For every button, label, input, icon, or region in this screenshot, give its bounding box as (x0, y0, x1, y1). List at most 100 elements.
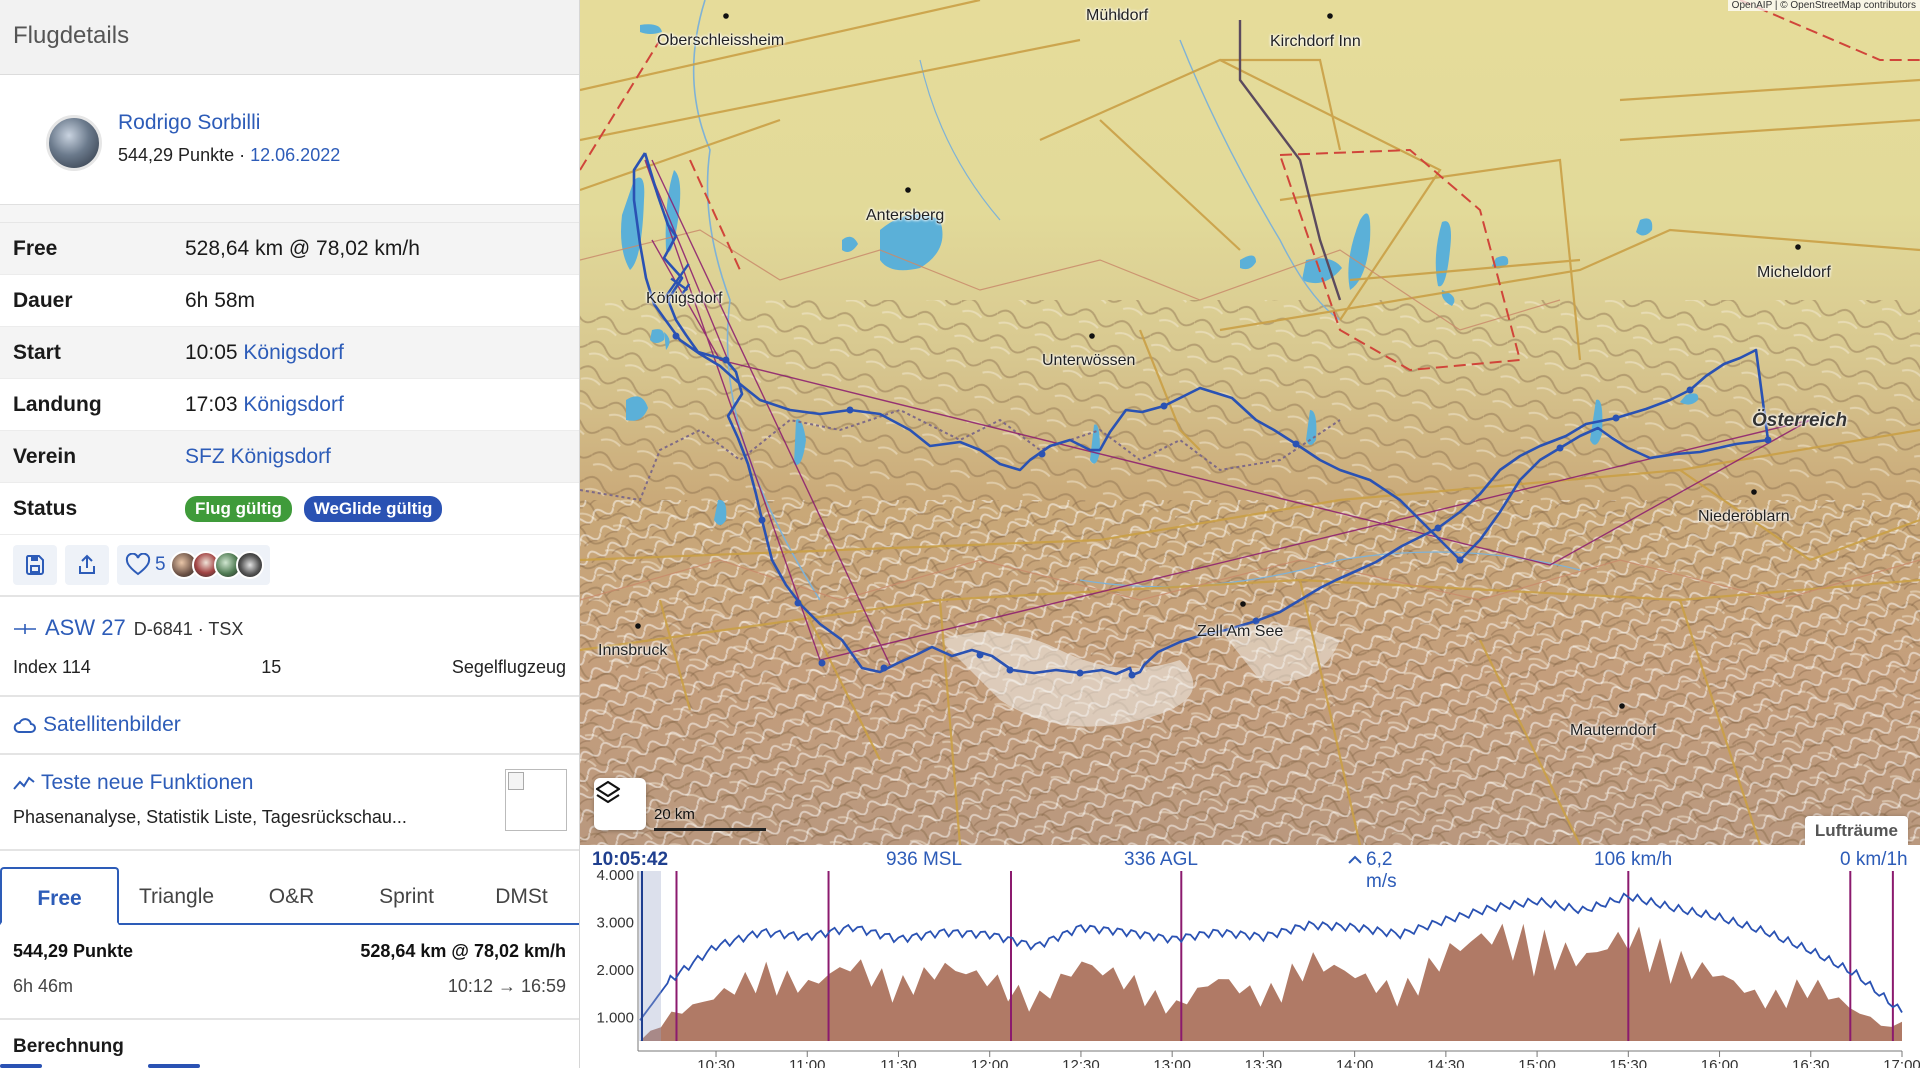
airspaces-toggle[interactable]: Lufträume (1804, 816, 1908, 845)
cloud-icon (13, 718, 36, 733)
detail-row-free: Free 528,64 km @ 78,02 km/h (0, 223, 579, 275)
x-tick-label: 16:00 (1701, 1057, 1739, 1068)
heart-icon (125, 553, 151, 576)
share-button[interactable] (65, 545, 109, 585)
y-tick-label: 2.000 (596, 962, 634, 979)
details-table: Free 528,64 km @ 78,02 km/h Dauer 6h 58m… (0, 223, 579, 535)
landing-time: 17:03 (185, 392, 238, 416)
status-badge[interactable]: WeGlide gültig (303, 495, 443, 522)
score-duration: 6h 46m (13, 976, 74, 996)
score-timespan: 10:12 → 16:59 (447, 976, 566, 996)
score-distance: 528,64 km @ 78,02 km/h (360, 941, 566, 961)
save-icon (25, 555, 44, 575)
calc-indicator-segment (148, 1064, 200, 1068)
layers-button[interactable] (594, 778, 646, 830)
detail-value: 6h 58m (185, 288, 256, 312)
cursor-vario: 6,2 m/s (1348, 849, 1397, 892)
x-tick-label: 12:30 (1062, 1057, 1100, 1068)
new-features-link[interactable]: Teste neue Funktionen (41, 771, 253, 795)
barogram-readout: 10:05:42 936 MSL 336 AGL 6,2 m/s 106 km/… (580, 849, 1920, 892)
avatar[interactable] (46, 115, 102, 171)
cursor-msl: 936 MSL (886, 849, 963, 870)
map-attribution[interactable]: OpenAIP | © OpenStreetMap contributors (1727, 0, 1920, 11)
x-tick-label: 12:00 (971, 1057, 1009, 1068)
detail-label: Free (13, 236, 58, 260)
landing-airfield-link[interactable]: Königsdorf (243, 393, 343, 416)
x-tick-label: 16:30 (1792, 1057, 1830, 1068)
x-tick-label: 13:00 (1153, 1057, 1191, 1068)
share-icon (79, 554, 95, 574)
tab-dmst[interactable]: DMSt (464, 867, 579, 923)
detail-value: 17:03 Königsdorf (185, 393, 344, 417)
status-badge[interactable]: Flug gültig (185, 495, 292, 522)
chevron-up-icon (1348, 855, 1362, 864)
tab-out-and-return[interactable]: O&R (234, 867, 349, 923)
detail-label: Dauer (13, 288, 73, 312)
detail-row-status: Status Flug gültig WeGlide gültig (0, 483, 579, 535)
calc-indicator-segment (0, 1064, 42, 1068)
x-tick-label: 10:30 (697, 1057, 735, 1068)
aircraft-type-link[interactable]: ASW 27 (45, 615, 126, 641)
satellite-images-link[interactable]: Satellitenbilder (0, 697, 579, 755)
feature-thumbnail[interactable] (505, 769, 567, 831)
aircraft-registration: D-6841 · TSX (133, 619, 244, 639)
detail-row-start: Start 10:05 Königsdorf (0, 327, 579, 379)
start-airfield-link[interactable]: Königsdorf (243, 341, 343, 364)
map-label-koenigsdorf: Königsdorf (646, 290, 723, 307)
y-tick-label: 3.000 (596, 914, 634, 931)
layers-icon (595, 780, 621, 804)
cursor-speed: 106 km/h (1594, 849, 1673, 870)
cursor-wind: 0 km/1h (1840, 849, 1908, 870)
aircraft-category: Segelflugzeug (451, 657, 566, 677)
x-tick-label: 15:30 (1610, 1057, 1648, 1068)
aircraft-index: Index 114 (13, 657, 91, 677)
save-button[interactable] (13, 545, 57, 585)
barogram-chart[interactable]: 4.0003.0002.0001.00010:30 11:00 11:30 12:00… (580, 845, 1920, 1068)
score-points: 544,29 Punkte (13, 941, 134, 961)
detail-row-landing: Landung 17:03 Königsdorf (0, 379, 579, 431)
x-tick-label: 14:30 (1427, 1057, 1465, 1068)
flight-map[interactable]: Oberschleissheim Mühldorf Kirchdorf Inn … (580, 0, 1920, 845)
action-bar: 5 (0, 535, 579, 597)
map-canvas (580, 0, 1920, 845)
tab-sprint[interactable]: Sprint (349, 867, 464, 923)
sidebar-title: Flugdetails (0, 0, 579, 75)
detail-row-duration: Dauer 6h 58m (0, 275, 579, 327)
aircraft-number: 15 (261, 657, 282, 677)
x-tick-label: 17:00 (1883, 1057, 1920, 1068)
score-summary: 544,29 Punkte 528,64 km @ 78,02 km/h 6h … (0, 925, 579, 1020)
scale-label: 20 km (654, 806, 695, 823)
tab-triangle[interactable]: Triangle (119, 867, 234, 923)
liker-avatar[interactable] (235, 551, 264, 579)
barogram-panel[interactable]: 10:05:42 936 MSL 336 AGL 6,2 m/s 106 km/… (580, 845, 1920, 1068)
glider-icon (14, 624, 36, 634)
divider (0, 205, 579, 223)
club-link[interactable]: SFZ Königsdorf (185, 445, 331, 468)
satellite-label[interactable]: Satellitenbilder (43, 713, 181, 737)
aircraft-info: ASW 27 D-6841 · TSX Index 114 15 Segelfl… (0, 597, 579, 697)
vario-value: 6,2 m/s (1366, 849, 1397, 892)
map-label-micheldorf: Micheldorf (1757, 264, 1831, 281)
cursor-agl: 336 AGL (1124, 849, 1198, 870)
map-label-unterwoessen: Unterwössen (1042, 352, 1136, 369)
y-tick-label: 1.000 (596, 1009, 634, 1026)
calculation-indicator (0, 1064, 579, 1068)
pilot-points: 544,29 Punkte (118, 145, 235, 165)
calculation-heading: Berechnung (13, 1036, 124, 1057)
map-label-mauterndorf: Mauterndorf (1570, 722, 1657, 739)
map-label-innsbruck: Innsbruck (598, 642, 668, 659)
like-button[interactable]: 5 (117, 545, 270, 585)
detail-label: Verein (13, 444, 77, 468)
like-count: 5 (155, 554, 166, 575)
tab-free[interactable]: Free (0, 867, 119, 925)
pilot-name-link[interactable]: Rodrigo Sorbilli (118, 111, 340, 135)
detail-value: SFZ Königsdorf (185, 445, 331, 469)
map-label-oesterreich: Österreich (1752, 410, 1848, 431)
x-tick-label: 11:00 (789, 1057, 825, 1068)
x-tick-label: 11:30 (880, 1057, 916, 1068)
trend-icon (13, 776, 35, 790)
detail-label: Start (13, 340, 61, 364)
flight-date-link[interactable]: 12.06.2022 (250, 145, 340, 165)
map-label-antersberg: Antersberg (866, 207, 945, 224)
x-tick-label: 14:00 (1336, 1057, 1374, 1068)
